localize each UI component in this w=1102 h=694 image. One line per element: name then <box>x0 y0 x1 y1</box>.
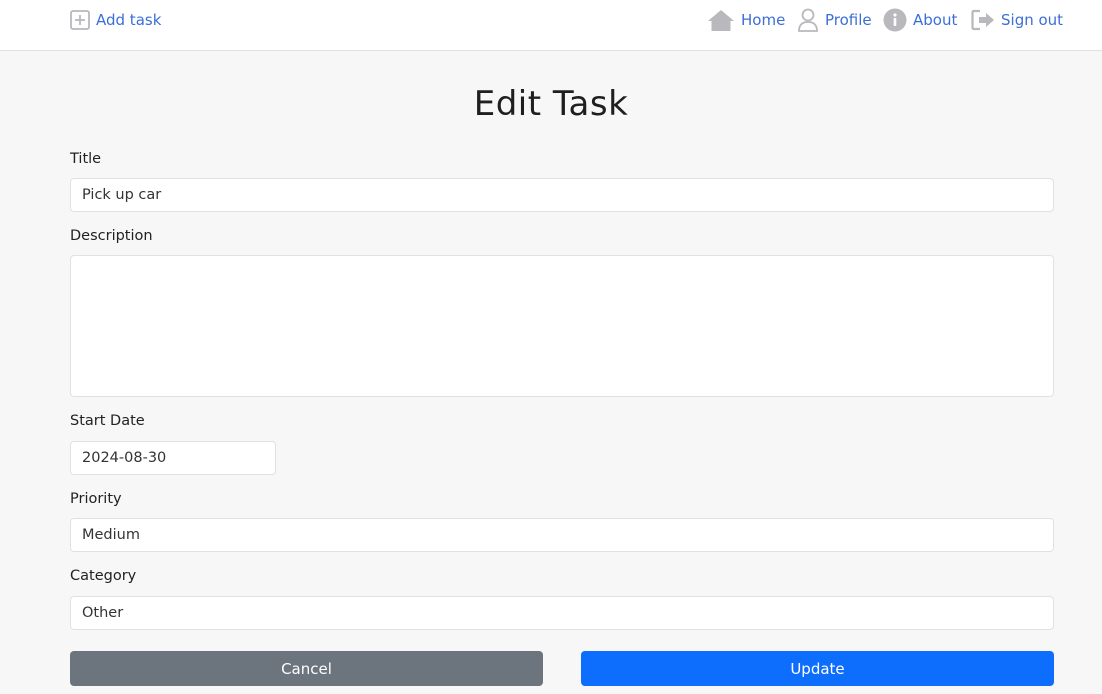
priority-select[interactable] <box>70 518 1054 552</box>
home-link[interactable]: Home <box>707 8 785 32</box>
profile-label: Profile <box>825 11 872 29</box>
home-label: Home <box>741 11 786 29</box>
update-button[interactable]: Update <box>581 651 1054 686</box>
title-label: Title <box>70 151 102 167</box>
category-select[interactable] <box>70 596 1054 630</box>
top-navbar: Add task Home Profile About Sign out <box>0 0 1102 51</box>
info-circle-icon <box>883 8 907 32</box>
start-date-input[interactable] <box>70 441 276 475</box>
start-date-label: Start Date <box>70 413 145 429</box>
user-icon <box>797 8 819 32</box>
category-label: Category <box>70 568 137 584</box>
add-task-label: Add task <box>96 11 162 29</box>
about-label: About <box>913 11 958 29</box>
page-title: Edit Task <box>473 84 629 124</box>
description-label: Description <box>70 228 153 244</box>
plus-square-icon <box>70 10 90 30</box>
sign-out-icon <box>971 9 995 31</box>
sign-out-link[interactable]: Sign out <box>971 8 1063 32</box>
home-icon <box>707 8 735 32</box>
profile-link[interactable]: Profile <box>797 8 872 32</box>
priority-label: Priority <box>70 491 122 507</box>
cancel-button[interactable]: Cancel <box>70 651 543 686</box>
add-task-link[interactable]: Add task <box>70 8 161 32</box>
sign-out-label: Sign out <box>1001 11 1064 29</box>
about-link[interactable]: About <box>883 8 957 32</box>
description-textarea[interactable] <box>70 255 1054 397</box>
title-input[interactable] <box>70 178 1054 212</box>
